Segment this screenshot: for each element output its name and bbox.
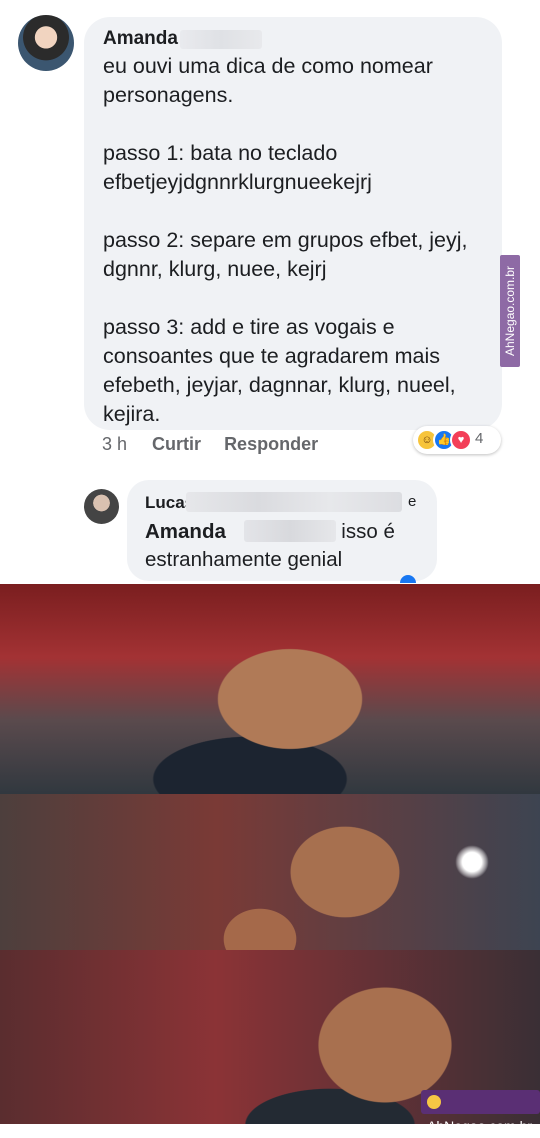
bottom-watermark: AhNegao.com.br	[421, 1090, 540, 1134]
like-button[interactable]: Curtir	[152, 434, 201, 454]
light-flare	[455, 845, 489, 879]
commenter-avatar[interactable]	[18, 15, 74, 71]
reaction-photo-1	[0, 584, 540, 794]
comment-time[interactable]: 3 h	[102, 434, 127, 454]
comment-text: eu ouvi uma dica de como nomear personag…	[103, 54, 468, 426]
reply-text-line1: isso é	[341, 520, 395, 543]
reaction-summary[interactable]: ☺ 👍 ♥ 4	[413, 426, 501, 454]
replier-avatar[interactable]	[84, 489, 119, 524]
comment-author[interactable]: Amanda	[103, 28, 178, 50]
side-watermark: AhNegao.com.br	[500, 255, 520, 367]
love-icon: ♥	[450, 429, 472, 451]
reply-text-line2: estranhamente genial	[145, 548, 343, 571]
reply-button[interactable]: Responder	[224, 434, 318, 454]
redacted-name	[186, 492, 402, 512]
redacted-surname	[180, 30, 262, 49]
tagged-user[interactable]: Amanda	[145, 520, 226, 543]
comment-actions: 3 h Curtir Responder	[102, 434, 336, 455]
reaction-count: 4	[475, 430, 484, 447]
bottom-watermark-text: AhNegao.com.br	[427, 1118, 533, 1134]
watermark-logo-icon	[427, 1095, 441, 1109]
reply-author-tail: e	[408, 493, 417, 510]
redacted-tag-surname	[244, 520, 336, 542]
